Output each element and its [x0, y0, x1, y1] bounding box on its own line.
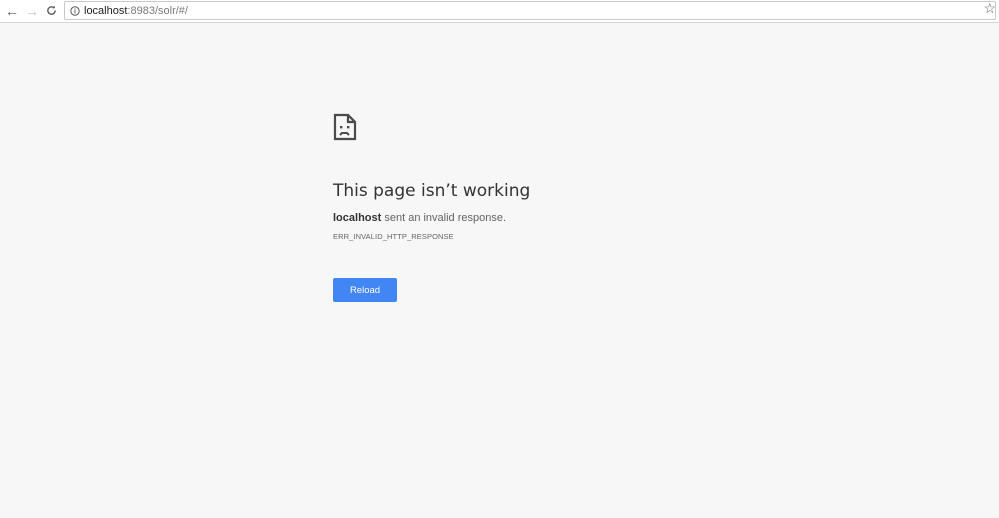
url-host: localhost — [84, 4, 128, 17]
reload-toolbar-button[interactable] — [42, 2, 60, 20]
reload-button[interactable]: Reload — [333, 278, 397, 302]
url-path: :8983/solr/#/ — [127, 4, 188, 17]
error-message: localhost sent an invalid response. — [333, 212, 833, 224]
browser-toolbar: ← → localhost:8983/solr/#/ ☆ — [0, 0, 999, 23]
star-icon[interactable]: ☆ — [983, 0, 996, 17]
address-bar[interactable]: localhost:8983/solr/#/ — [64, 1, 996, 20]
reload-icon — [46, 3, 57, 19]
forward-button[interactable]: → — [23, 2, 41, 20]
error-message-text: sent an invalid response. — [381, 212, 507, 224]
arrow-right-icon: → — [25, 3, 39, 19]
error-host: localhost — [333, 212, 382, 224]
error-code: ERR_INVALID_HTTP_RESPONSE — [333, 232, 454, 241]
page-title: This page isn’t working — [333, 181, 531, 201]
arrow-left-icon: ← — [5, 3, 19, 19]
info-icon[interactable] — [70, 5, 80, 16]
back-button[interactable]: ← — [3, 2, 21, 20]
sad-document-icon — [333, 113, 357, 141]
error-panel: This page isn’t working localhost sent a… — [333, 113, 833, 302]
